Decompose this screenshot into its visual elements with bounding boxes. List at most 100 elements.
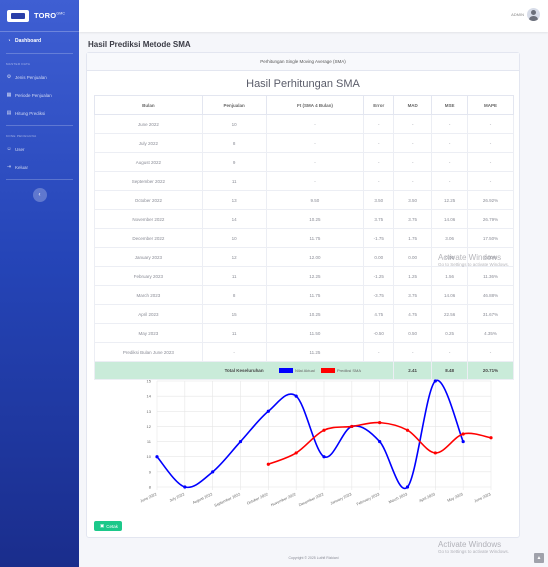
column-header: Bulan: [94, 95, 203, 115]
activation-watermark-footer: Activate Windows Go to Settings to activ…: [438, 540, 509, 554]
table-cell: 9: [201, 152, 267, 172]
prediction-chart: 8 9 10 11 12 13 14 15 June 2022 July 2022 August 2…: [94, 365, 514, 515]
table-cell: -: [265, 152, 365, 172]
table-cell: 15: [201, 304, 267, 324]
table-cell: -: [363, 342, 395, 362]
sidebar-heading-master: MASTER DATA: [6, 62, 31, 66]
y-tick-label: 15: [147, 379, 152, 384]
table-cell: -: [393, 133, 433, 153]
data-point: [266, 409, 270, 413]
sidebar-toggle-button[interactable]: ‹: [32, 188, 47, 202]
table-cell: 8: [201, 285, 267, 305]
x-tick-label: November 2022: [270, 492, 296, 507]
x-tick-label: April 2023: [419, 492, 436, 503]
table-cell: -: [363, 171, 395, 191]
table-cell: 0.00: [431, 247, 469, 267]
watermark-subtitle: Go to Settings to activate Windows.: [438, 549, 510, 554]
x-tick-label: February 2023: [356, 492, 380, 506]
data-point: [433, 379, 437, 383]
table-cell: 8: [201, 133, 267, 153]
data-point: [433, 451, 437, 455]
sidebar-item-periode-penjualan[interactable]: ▦ Periode Penjualan: [0, 86, 79, 104]
sidebar-item-keluar[interactable]: ⇥ Keluar: [0, 158, 79, 176]
table-cell: -: [393, 152, 433, 172]
x-tick-label: September 2022: [214, 492, 241, 507]
table-row: April 2023 15 10.25 4.75 4.75 22.56 31.67%: [94, 304, 514, 324]
cetak-button[interactable]: ▣ Cetak: [94, 521, 123, 531]
sidebar-item-hitung-prediksi[interactable]: ▤ Hitung Prediksi: [0, 104, 79, 122]
table-cell: -: [363, 133, 395, 153]
table-cell: 12.00: [265, 247, 365, 267]
brand[interactable]: TOROGMC: [0, 0, 79, 32]
table-cell: 0.00%: [467, 247, 514, 267]
column-header: MAD: [393, 95, 433, 115]
table-cell: -3.75: [363, 285, 395, 305]
y-tick-label: 10: [147, 454, 152, 459]
table-cell: 26.92%: [467, 190, 514, 210]
y-tick-label: 8: [149, 485, 152, 490]
x-tick-label: June 2023: [474, 492, 492, 503]
table-cell: 10: [201, 114, 267, 134]
table-cell: -: [467, 152, 514, 172]
column-header: MAPE: [467, 95, 514, 115]
table-cell: 11.75: [265, 285, 365, 305]
table-cell: 26.79%: [467, 209, 514, 229]
table-cell: April 2023: [94, 304, 203, 324]
sidebar-item-label: Hitung Prediksi: [15, 110, 46, 116]
sidebar: TOROGMC ◔ Dashboard MASTER DATA ⚙ Jenis …: [0, 0, 79, 567]
table-cell: 4.75: [363, 304, 395, 324]
data-point: [294, 394, 298, 398]
table-cell: 22.56: [431, 304, 469, 324]
table-cell: 11.75: [265, 228, 365, 248]
table-cell: 14.06: [431, 209, 469, 229]
data-point: [238, 439, 243, 444]
table-cell: September 2022: [94, 171, 203, 191]
table-cell: 1.25: [393, 266, 433, 286]
table-cell: 3.75: [363, 209, 395, 229]
column-header: MSE: [431, 95, 469, 115]
chevron-up-icon: ▲: [536, 555, 542, 561]
table-cell: 3.75: [393, 209, 433, 229]
table-cell: 3.50: [393, 190, 433, 210]
x-tick-label: August 2022: [192, 492, 213, 505]
table-row: September 2022 11- - - - -: [94, 171, 514, 191]
table-cell: 1.56: [431, 266, 469, 286]
table-cell: 13: [201, 190, 267, 210]
table-cell: 12: [201, 247, 267, 267]
data-point: [294, 451, 298, 455]
sidebar-item-jenis-penjualan[interactable]: ⚙ Jenis Penjualan: [0, 68, 79, 86]
x-tick-label: June 2022: [140, 492, 158, 503]
sidebar-item-user[interactable]: ☺ User: [0, 140, 79, 158]
y-tick-label: 14: [147, 394, 152, 399]
sidebar-item-label: Keluar: [15, 164, 29, 170]
scroll-to-top-button[interactable]: ▲: [534, 553, 544, 563]
series-line: [156, 379, 464, 490]
data-point: [489, 436, 493, 440]
data-point: [461, 439, 465, 444]
brand-name: TOROGMC: [34, 11, 66, 20]
page-title: Hasil Prediksi Metode SMA: [88, 40, 191, 49]
user-name[interactable]: ADMIN: [511, 12, 524, 17]
table-row: July 2022 8- - - - -: [94, 133, 514, 153]
data-point: [378, 439, 382, 444]
table-row: December 2022 10 11.75 -1.75 1.75 3.06 17.50%: [94, 228, 514, 248]
y-tick-label: 9: [149, 469, 152, 474]
data-point: [211, 470, 215, 474]
chart-svg: 8 9 10 11 12 13 14 15 June 2022 July 2022 August 2…: [140, 368, 493, 508]
table-cell: Prediksi Bulan June 2023: [94, 342, 203, 362]
table-cell: 1.75: [393, 228, 433, 248]
sidebar-item-label: Jenis Penjualan: [15, 74, 47, 80]
data-point: [322, 428, 326, 432]
legend-swatch: [279, 368, 293, 373]
table-cell: 4.35%: [467, 323, 514, 343]
x-tick-label: December 2022: [298, 492, 324, 507]
table-cell: 0.00: [363, 247, 395, 267]
y-tick-label: 13: [147, 409, 152, 414]
avatar[interactable]: [527, 8, 540, 21]
sidebar-item-label: Dashboard: [15, 38, 42, 44]
data-point: [405, 485, 410, 489]
table-cell: 46.88%: [467, 285, 514, 305]
table-cell: -: [201, 342, 267, 362]
table-row: November 2022 14 10.25 3.75 3.75 14.06 26.79%: [94, 209, 514, 229]
sidebar-item-dashboard[interactable]: ◔ Dashboard: [0, 32, 79, 50]
